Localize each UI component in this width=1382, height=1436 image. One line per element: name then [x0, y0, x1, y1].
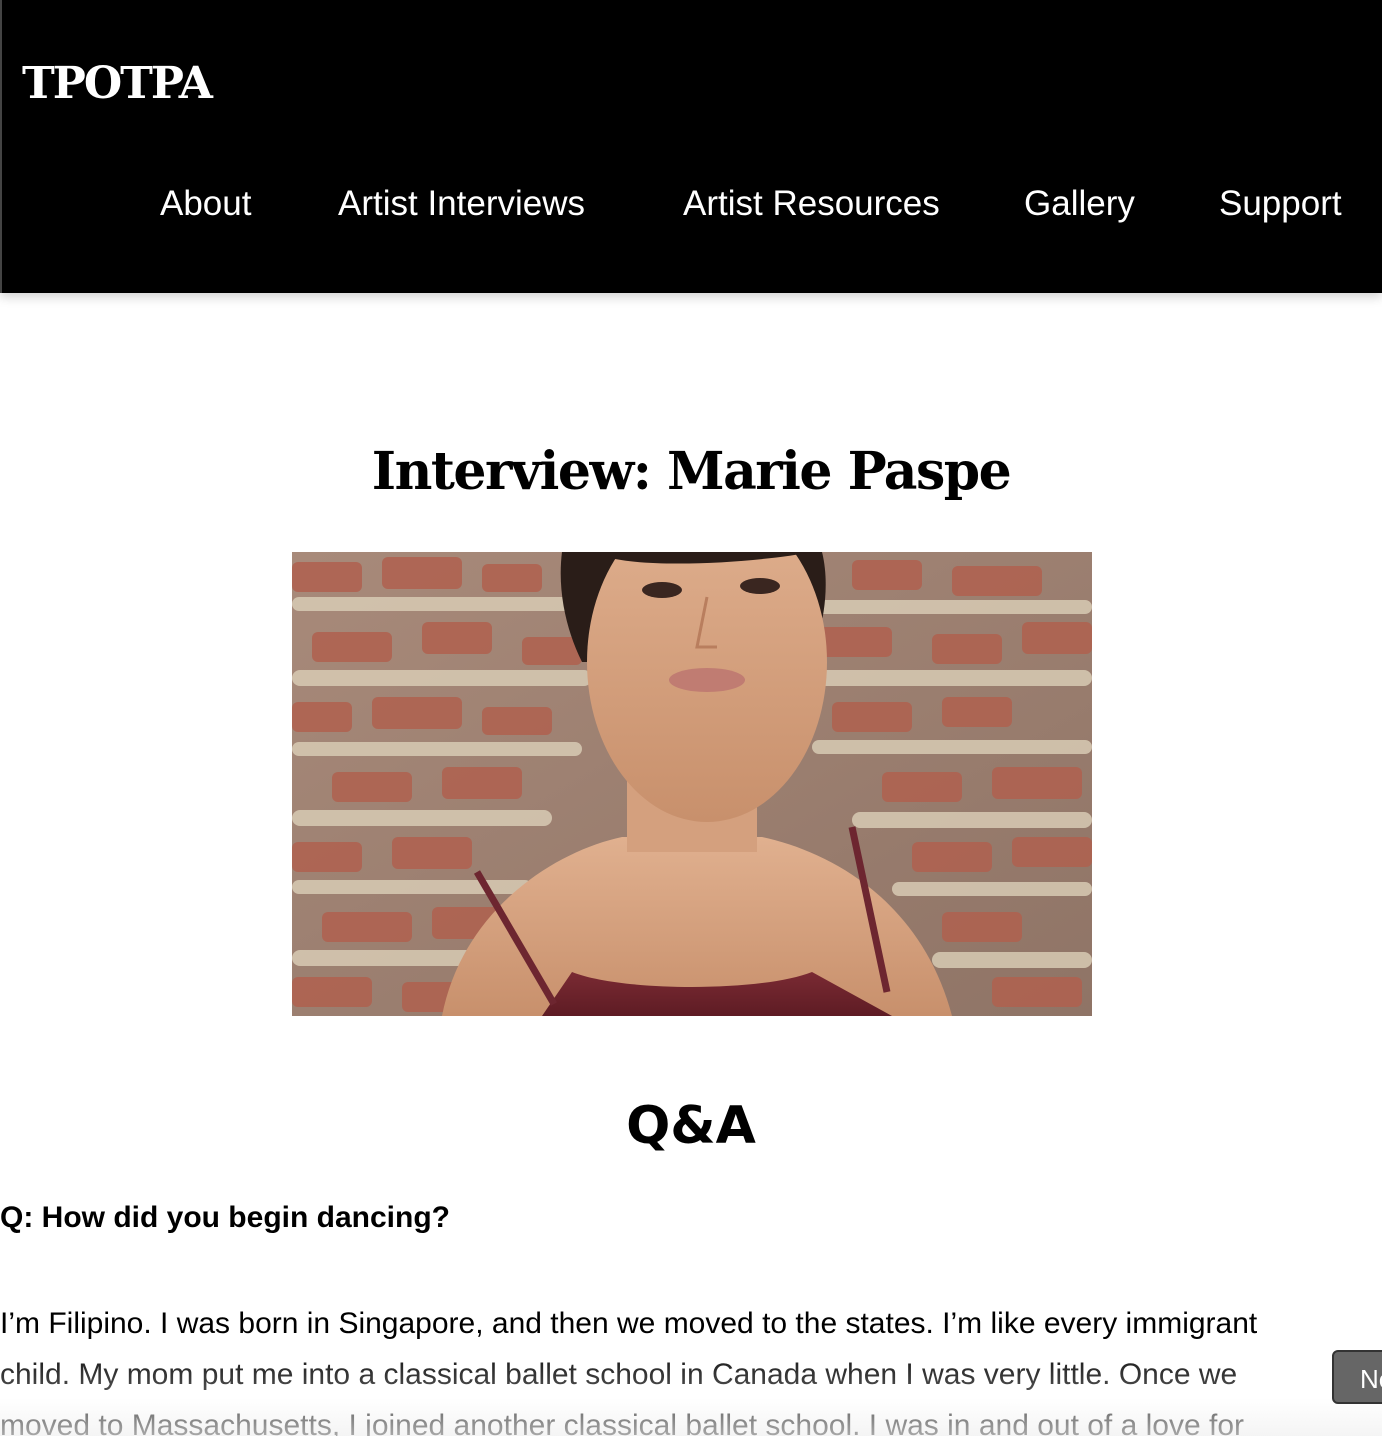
next-button[interactable]: Ne — [1332, 1350, 1382, 1404]
interview-question: Q: How did you begin dancing? — [0, 1201, 450, 1234]
qa-section-heading: Q&A — [626, 1096, 756, 1156]
interview-answer: I’m Filipino. I was born in Singapore, a… — [0, 1307, 1258, 1436]
nav-item-about[interactable]: About — [160, 180, 251, 228]
page-title: Interview: Marie Paspe — [371, 441, 1012, 502]
nav-item-gallery[interactable]: Gallery — [1024, 180, 1135, 228]
site-header: TPOTPA About Artist Interviews Artist Re… — [0, 0, 1382, 293]
nav-item-support[interactable]: Support — [1219, 180, 1342, 228]
nav-item-artist-interviews[interactable]: Artist Interviews — [338, 180, 585, 228]
main-nav: About Artist Interviews Artist Resources… — [2, 180, 1382, 230]
site-logo[interactable]: TPOTPA — [22, 58, 213, 109]
nav-item-artist-resources[interactable]: Artist Resources — [683, 180, 940, 228]
artist-portrait-image — [292, 552, 1092, 1016]
page: TPOTPA About Artist Interviews Artist Re… — [0, 0, 1382, 1436]
